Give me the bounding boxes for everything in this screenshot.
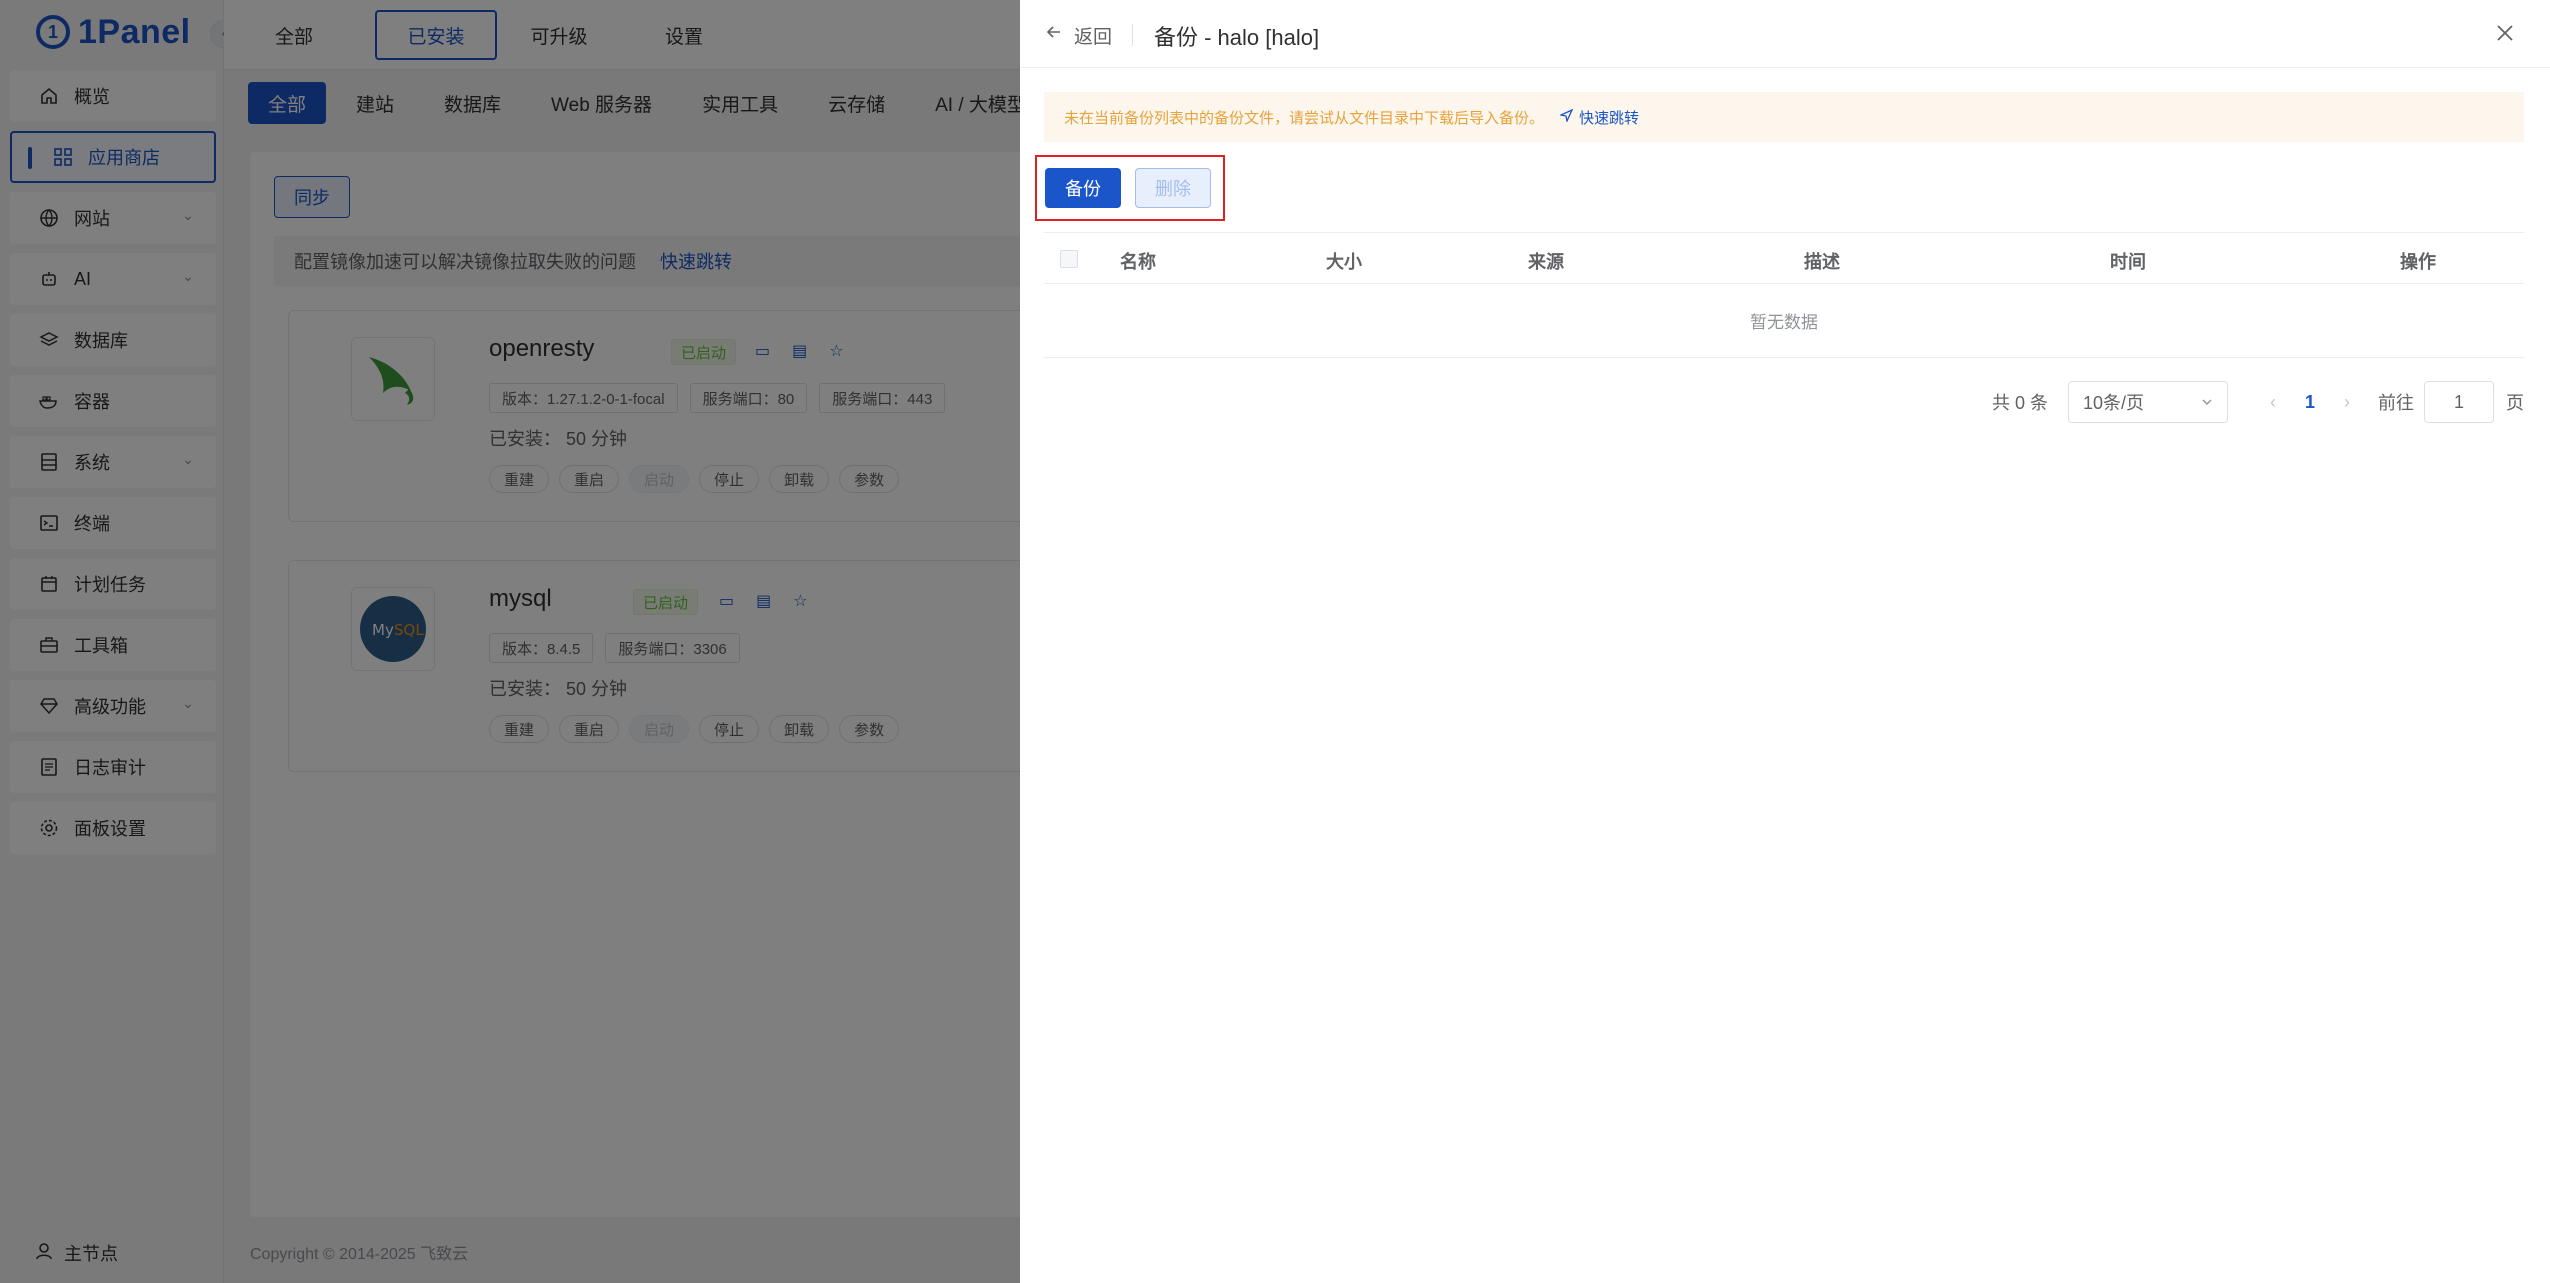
goto-label: 前往: [2378, 393, 2414, 413]
page-size-value: 10条/页: [2083, 393, 2145, 413]
select-all-checkbox[interactable]: [1060, 250, 1078, 268]
backup-table: 名称 大小 来源 描述 时间 操作 暂无数据: [1044, 232, 2524, 358]
column-header-time: 时间: [2110, 252, 2146, 272]
column-header-description: 描述: [1804, 252, 1840, 272]
pagination: 共 0 条 10条/页 ‹ 1 › 前往 1 页: [1992, 380, 2524, 424]
page-suffix: 页: [2506, 393, 2524, 413]
total-count: 共 0 条: [1991, 393, 2048, 413]
chevron-down-icon: [2201, 392, 2213, 413]
backup-button[interactable]: 备份: [1045, 168, 1121, 208]
delete-button[interactable]: 删除: [1135, 168, 1211, 208]
send-icon: [1558, 108, 1574, 126]
empty-state: 暂无数据: [1044, 284, 2524, 358]
alert-text: 未在当前备份列表中的备份文件，请尝试从文件目录中下载后导入备份。: [1064, 109, 1545, 127]
close-icon[interactable]: [2490, 18, 2520, 48]
alert-jump-link[interactable]: 快速跳转: [1558, 107, 1640, 128]
page-number[interactable]: 1: [2288, 392, 2332, 413]
arrow-left-icon: [1046, 24, 1062, 46]
drawer-title: 备份 - halo [halo]: [1154, 25, 1320, 50]
next-page-icon[interactable]: ›: [2332, 392, 2362, 413]
page-size-select[interactable]: 10条/页: [2068, 381, 2228, 423]
header-divider: [1132, 24, 1133, 46]
column-header-name: 名称: [1120, 252, 1156, 272]
backup-drawer: 返回 备份 - halo [halo] 未在当前备份列表中的备份文件，请尝试从文…: [1020, 0, 2550, 1283]
goto-page-input[interactable]: 1: [2424, 381, 2494, 423]
back-label: 返回: [1074, 26, 1113, 48]
column-header-size: 大小: [1326, 252, 1362, 272]
warning-alert: 未在当前备份列表中的备份文件，请尝试从文件目录中下载后导入备份。 快速跳转: [1044, 92, 2524, 142]
column-header-actions: 操作: [2400, 252, 2436, 272]
back-button[interactable]: 返回: [1046, 20, 1112, 50]
column-header-source: 来源: [1528, 252, 1564, 272]
prev-page-icon[interactable]: ‹: [2258, 392, 2288, 413]
alert-link-label: 快速跳转: [1579, 109, 1640, 127]
table-header: 名称 大小 来源 描述 时间 操作: [1044, 232, 2524, 284]
drawer-header: 返回 备份 - halo [halo]: [1020, 0, 2550, 68]
